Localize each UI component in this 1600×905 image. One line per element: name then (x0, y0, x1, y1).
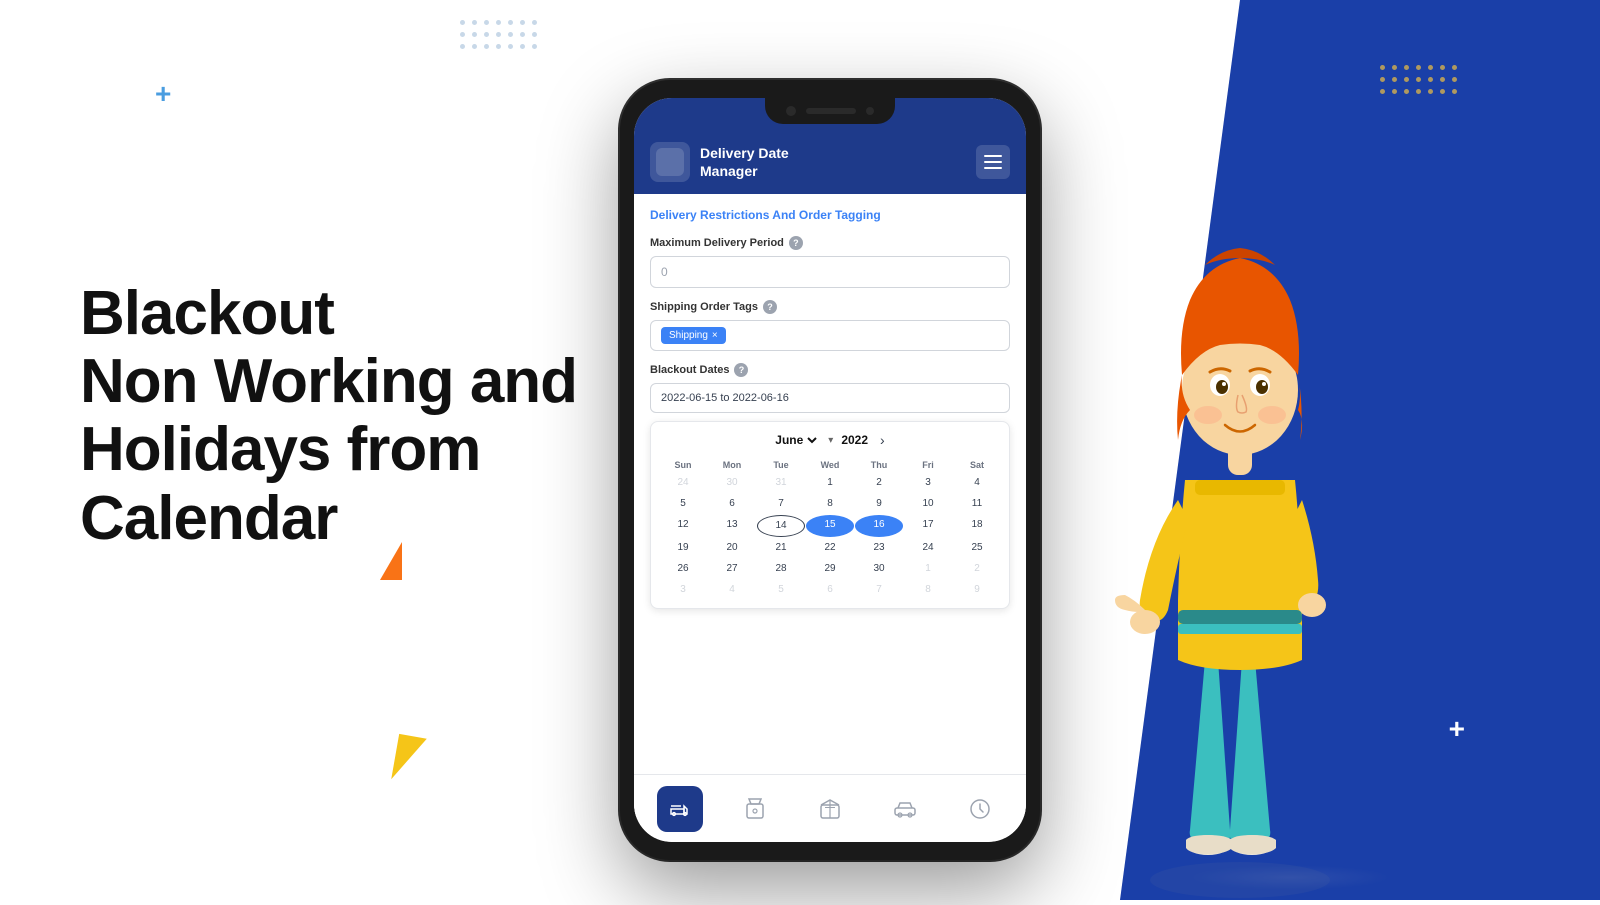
car-icon (893, 797, 917, 821)
headline-line2: Non Working and (80, 348, 630, 416)
shipping-tags-input[interactable]: Shipping × (650, 320, 1010, 351)
cal-day[interactable]: 4 (953, 473, 1001, 493)
headline-line4: Calendar (80, 485, 630, 553)
blackout-dates-help-icon[interactable]: ? (734, 363, 748, 377)
shipping-tag-chip: Shipping × (661, 327, 726, 344)
notch-speaker (806, 108, 856, 114)
notch-camera (786, 106, 796, 116)
headline-line1: Blackout (80, 280, 630, 348)
nav-icon-car[interactable] (882, 786, 928, 832)
3d-character (1060, 180, 1420, 900)
blackout-dates-input[interactable]: 2022-06-15 to 2022-06-16 (650, 383, 1010, 413)
clock-icon (968, 797, 992, 821)
section-title: Delivery Restrictions And Order Tagging (650, 208, 1010, 222)
cal-day[interactable]: 3 (659, 580, 707, 600)
phone-notch (765, 98, 895, 124)
hamburger-menu-button[interactable] (976, 145, 1010, 179)
cal-day[interactable]: 22 (806, 538, 854, 558)
cal-day[interactable]: 19 (659, 538, 707, 558)
phone-mockup: 🚚 Delivery Date Manager (620, 80, 1040, 860)
cal-day[interactable]: 4 (708, 580, 756, 600)
cal-day[interactable]: 8 (806, 494, 854, 514)
cal-day[interactable]: 23 (855, 538, 903, 558)
phone-outer-frame: 🚚 Delivery Date Manager (620, 80, 1040, 860)
cal-day[interactable]: 17 (904, 515, 952, 537)
cal-day[interactable]: 11 (953, 494, 1001, 514)
cal-day[interactable]: 28 (757, 559, 805, 579)
cal-day[interactable]: 7 (757, 494, 805, 514)
nav-icon-clock[interactable] (957, 786, 1003, 832)
nav-icon-package[interactable] (807, 786, 853, 832)
cal-day-14[interactable]: 14 (757, 515, 805, 537)
cal-day[interactable]: 8 (904, 580, 952, 600)
phone-screen: 🚚 Delivery Date Manager (634, 98, 1026, 842)
cal-day[interactable]: 9 (953, 580, 1001, 600)
bottom-navigation (634, 774, 1026, 842)
plus-icon-left: + (155, 78, 171, 110)
cal-day[interactable]: 24 (659, 473, 707, 493)
cal-day[interactable]: 2 (953, 559, 1001, 579)
cal-day[interactable]: 25 (953, 538, 1001, 558)
nav-icon-order[interactable] (732, 786, 778, 832)
date-picker-calendar: June ▾ 2022 › Sun Mon Tue Wed Thu Fri Sa… (650, 421, 1010, 609)
cal-day[interactable]: 12 (659, 515, 707, 537)
cal-day[interactable]: 24 (904, 538, 952, 558)
max-delivery-label: Maximum Delivery Period ? (650, 236, 1010, 250)
package-icon (818, 797, 842, 821)
cal-day[interactable]: 10 (904, 494, 952, 514)
calendar-day-headers: Sun Mon Tue Wed Thu Fri Sat 24 30 31 1 2… (659, 458, 1001, 600)
cal-day[interactable]: 30 (855, 559, 903, 579)
dots-decoration-top-right (1380, 65, 1460, 97)
order-icon (743, 797, 767, 821)
dots-decoration-top-center (460, 20, 540, 52)
cal-day[interactable]: 26 (659, 559, 707, 579)
cal-day[interactable]: 13 (708, 515, 756, 537)
shipping-tags-label: Shipping Order Tags ? (650, 300, 1010, 314)
max-delivery-help-icon[interactable]: ? (789, 236, 803, 250)
cal-day[interactable]: 27 (708, 559, 756, 579)
left-headline: Blackout Non Working and Holidays from C… (80, 280, 630, 553)
calendar-year: 2022 (841, 433, 868, 447)
notch-dot (866, 107, 874, 115)
cal-day[interactable]: 21 (757, 538, 805, 558)
cal-day[interactable]: 1 (904, 559, 952, 579)
cal-day[interactable]: 5 (757, 580, 805, 600)
headline-line3: Holidays from (80, 416, 630, 484)
calendar-chevron-down-icon: ▾ (828, 435, 833, 446)
calendar-next-icon[interactable]: › (876, 430, 889, 450)
cal-day[interactable]: 30 (708, 473, 756, 493)
cal-day[interactable]: 6 (708, 494, 756, 514)
cal-day[interactable]: 31 (757, 473, 805, 493)
cal-day[interactable]: 5 (659, 494, 707, 514)
character-svg (1060, 180, 1420, 900)
max-delivery-input[interactable]: 0 (650, 256, 1010, 288)
cal-day-15-selected-start[interactable]: 15 (806, 515, 854, 537)
blackout-dates-label: Blackout Dates ? (650, 363, 1010, 377)
cal-day[interactable]: 2 (855, 473, 903, 493)
hamburger-icon (984, 155, 1002, 169)
cal-day[interactable]: 1 (806, 473, 854, 493)
app-logo-area: 🚚 Delivery Date Manager (650, 142, 789, 182)
month-selector[interactable]: June (771, 432, 820, 448)
tag-remove-button[interactable]: × (712, 330, 718, 341)
cal-day[interactable]: 18 (953, 515, 1001, 537)
delivery-truck-icon (668, 797, 692, 821)
calendar-header: June ▾ 2022 › (659, 430, 1001, 450)
app-logo-icon: 🚚 (650, 142, 690, 182)
shipping-tags-help-icon[interactable]: ? (763, 300, 777, 314)
cal-day[interactable]: 29 (806, 559, 854, 579)
app-title: Delivery Date Manager (700, 144, 789, 180)
cal-day[interactable]: 7 (855, 580, 903, 600)
cal-day-16-selected-end[interactable]: 16 (855, 515, 903, 537)
cal-day[interactable]: 9 (855, 494, 903, 514)
cal-day[interactable]: 3 (904, 473, 952, 493)
plus-icon-right: + (1449, 713, 1465, 745)
nav-icon-delivery[interactable] (657, 786, 703, 832)
cal-day[interactable]: 20 (708, 538, 756, 558)
cal-day[interactable]: 6 (806, 580, 854, 600)
app-content: Delivery Restrictions And Order Tagging … (634, 194, 1026, 838)
